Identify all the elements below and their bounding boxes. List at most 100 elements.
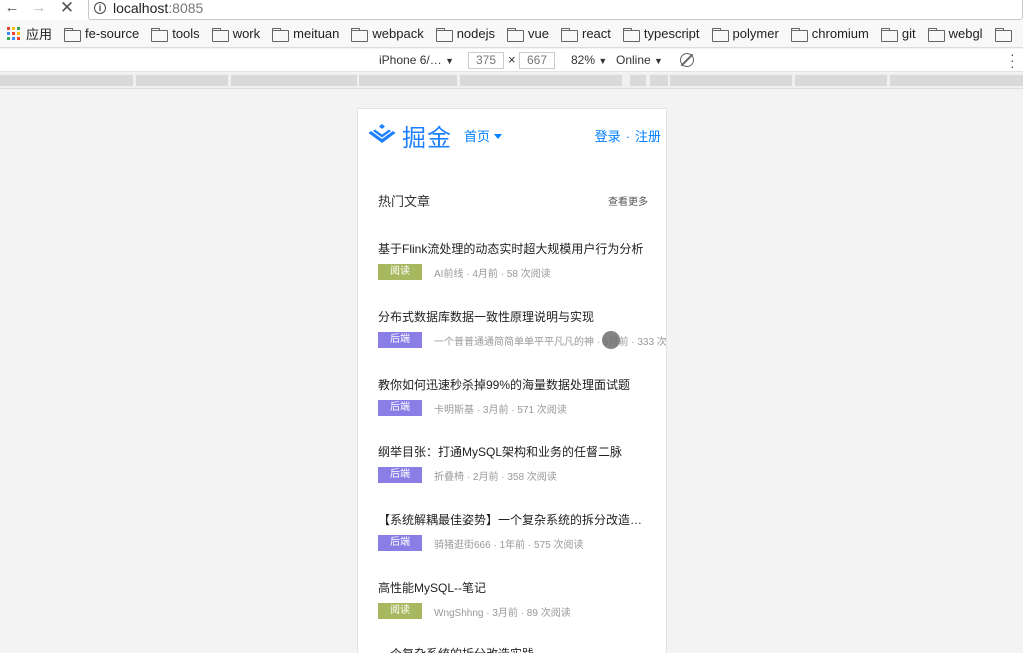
article-item[interactable]: 一个复杂系统的拆分改造实践 — [378, 645, 653, 653]
hot-articles-header: 热门文章 查看更多 — [378, 191, 648, 210]
zoom-select[interactable]: 82% ▼ — [571, 53, 607, 67]
bookmark-folder-webpack[interactable]: webpack — [351, 26, 424, 42]
dimension-separator: × — [508, 52, 516, 67]
more-options-icon[interactable]: · · · — [1010, 47, 1015, 73]
device-select[interactable]: iPhone 6/… ▼ — [379, 53, 454, 67]
article-tag[interactable]: 阅读 — [378, 603, 422, 619]
article-title[interactable]: 【系统解耦最佳姿势】一个复杂系统的拆分改造… — [378, 511, 653, 528]
article-meta-text: AI前线 · 4月前 · 58 次阅读 — [434, 269, 551, 280]
folder-icon — [151, 27, 169, 42]
article-title[interactable]: 基于Flink流处理的动态实时超大规模用户行为分析 — [378, 240, 653, 257]
article-title[interactable]: 教你如何迅速秒杀掉99%的海量数据处理面试题 — [378, 376, 653, 393]
rotate-icon[interactable] — [680, 53, 694, 67]
bookmark-folder-label: polymer — [732, 26, 779, 41]
article-tag[interactable]: 后端 — [378, 400, 422, 416]
bookmark-folder-polymer[interactable]: polymer — [711, 26, 779, 42]
bookmark-folder-react[interactable]: react — [560, 26, 611, 42]
apps-grid-icon — [7, 27, 20, 40]
register-link[interactable]: 注册 — [635, 129, 661, 144]
article-item[interactable]: 基于Flink流处理的动态实时超大规模用户行为分析 阅读 AI前线 · 4月前 … — [378, 240, 653, 280]
bookmark-folder-chromium[interactable]: chromium — [790, 26, 869, 42]
browser-toolbar: ← → ✕ i localhost:8085 — [0, 0, 1023, 20]
touch-cursor-indicator — [602, 331, 620, 349]
article-title[interactable]: 一个复杂系统的拆分改造实践 — [378, 645, 653, 653]
article-meta-text: WngShhng · 3月前 · 89 次阅读 — [434, 608, 571, 619]
article-item[interactable]: 纲举目张：打通MySQL架构和业务的任督二脉 后端 折叠椅 · 2月前 · 35… — [378, 443, 653, 483]
login-link[interactable]: 登录 — [595, 129, 621, 144]
back-arrow-icon[interactable]: ← — [2, 0, 22, 20]
view-more-link[interactable]: 查看更多 — [608, 193, 648, 208]
logo-text[interactable]: 掘金 — [402, 118, 452, 153]
bookmark-apps-label: 应用 — [26, 27, 53, 42]
bookmark-folder-label: nodejs — [456, 26, 496, 41]
article-meta-text: 卡明斯基 · 3月前 · 571 次阅读 — [434, 405, 567, 416]
bookmark-folder-meituan[interactable]: meituan — [272, 26, 340, 42]
info-icon[interactable]: i — [94, 2, 106, 14]
bookmark-folder-overflow[interactable] — [994, 27, 1016, 42]
article-tag[interactable]: 后端 — [378, 332, 422, 348]
site-header: 掘金 首页 登录 · 注册 — [358, 109, 666, 159]
caret-down-icon — [494, 134, 503, 139]
forward-arrow-icon[interactable]: → — [29, 0, 49, 20]
url-port: :8085 — [168, 0, 204, 16]
bookmark-folder-label: webpack — [372, 26, 424, 41]
bookmark-folder-label: chromium — [811, 26, 869, 41]
folder-icon — [880, 27, 898, 42]
folder-icon — [435, 27, 453, 42]
article-title[interactable]: 纲举目张：打通MySQL架构和业务的任督二脉 — [378, 443, 653, 460]
article-tag[interactable]: 后端 — [378, 467, 422, 483]
article-item[interactable]: 高性能MySQL--笔记 阅读 WngShhng · 3月前 · 89 次阅读 — [378, 579, 653, 619]
article-tag[interactable]: 阅读 — [378, 264, 422, 280]
dropdown-caret-icon: ▼ — [654, 56, 663, 66]
bookmark-folder-fe-source[interactable]: fe-source — [64, 26, 140, 42]
bookmark-apps[interactable]: 应用 — [7, 24, 52, 43]
article-tag[interactable]: 后端 — [378, 535, 422, 551]
bookmark-folder-label: tools — [172, 26, 200, 41]
auth-links: 登录 · 注册 — [595, 126, 661, 145]
article-meta-text: 折叠椅 · 2月前 · 358 次阅读 — [434, 472, 557, 483]
article-meta: 后端 折叠椅 · 2月前 · 358 次阅读 — [378, 467, 666, 483]
width-input[interactable]: 375 — [468, 52, 504, 69]
url-text[interactable]: localhost:8085 — [113, 0, 203, 16]
folder-icon — [622, 27, 640, 42]
bookmark-folder-label: fe-source — [85, 26, 140, 41]
article-meta: 后端 骑猪逛街666 · 1年前 · 575 次阅读 — [378, 535, 666, 551]
bookmark-folder-typescript[interactable]: typescript — [622, 26, 700, 42]
juejin-logo-icon[interactable] — [366, 123, 398, 150]
media-query-bar[interactable] — [0, 73, 1023, 89]
height-input[interactable]: 667 — [519, 52, 555, 69]
bookmark-folder-label: react — [581, 26, 611, 41]
network-select[interactable]: Online ▼ — [616, 53, 663, 67]
article-item[interactable]: 教你如何迅速秒杀掉99%的海量数据处理面试题 后端 卡明斯基 · 3月前 · 5… — [378, 376, 653, 416]
article-meta-text: 骑猪逛街666 · 1年前 · 575 次阅读 — [434, 540, 584, 551]
dropdown-caret-icon: ▼ — [598, 56, 608, 66]
article-item[interactable]: 分布式数据库数据一致性原理说明与实现 后端 一个普普通通简简单单平平凡凡的神 ·… — [378, 308, 666, 348]
bookmark-folder-tools[interactable]: tools — [151, 26, 200, 42]
bookmark-folder-label: meituan — [293, 26, 340, 41]
mobile-page: 掘金 首页 登录 · 注册 热门文章 查看更多 基于Flink流处理的动态实时超大规… — [357, 108, 667, 653]
url-host: localhost — [113, 0, 169, 16]
bookmarks-bar: 应用 fe-source tools work meituan webpack … — [0, 20, 1023, 48]
dropdown-caret-icon: ▼ — [445, 56, 454, 66]
bookmark-folder-webgl[interactable]: webgl — [927, 26, 983, 42]
article-meta: 阅读 AI前线 · 4月前 · 58 次阅读 — [378, 264, 666, 280]
article-title[interactable]: 分布式数据库数据一致性原理说明与实现 — [378, 308, 653, 325]
bookmark-folder-label: git — [901, 26, 916, 41]
separator-dot: · — [625, 129, 630, 144]
home-menu[interactable]: 首页 — [464, 126, 503, 145]
close-icon[interactable]: ✕ — [57, 0, 77, 20]
address-bar[interactable]: i localhost:8085 — [88, 0, 1023, 20]
bookmark-folder-git[interactable]: git — [880, 26, 916, 42]
bookmark-folder-nodejs[interactable]: nodejs — [435, 26, 496, 42]
bookmark-folder-work[interactable]: work — [211, 26, 261, 42]
bookmark-folder-label: vue — [528, 26, 549, 41]
bookmark-folder-label: work — [232, 26, 261, 41]
folder-icon — [927, 27, 945, 42]
device-toolbar: iPhone 6/… ▼ 375 × 667 82% ▼ Online ▼ · ·… — [0, 47, 1023, 73]
bookmark-folder-vue[interactable]: vue — [507, 26, 549, 42]
folder-icon — [994, 27, 1012, 42]
article-title[interactable]: 高性能MySQL--笔记 — [378, 579, 653, 596]
article-item[interactable]: 【系统解耦最佳姿势】一个复杂系统的拆分改造… 后端 骑猪逛街666 · 1年前 … — [378, 511, 653, 551]
folder-icon — [272, 27, 290, 42]
folder-icon — [351, 27, 369, 42]
